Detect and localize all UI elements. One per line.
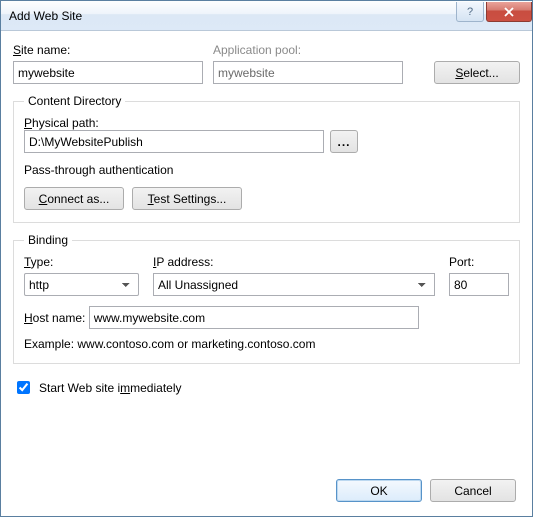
close-icon — [504, 7, 514, 17]
start-immediately-label: Start Web site immediately — [39, 381, 182, 395]
passthrough-label: Pass-through authentication — [24, 163, 509, 177]
ip-address-select[interactable]: All Unassigned — [153, 273, 435, 296]
titlebar: Add Web Site ? — [1, 1, 532, 31]
binding-legend: Binding — [24, 233, 72, 247]
site-name-input[interactable] — [13, 61, 203, 84]
start-immediately-checkbox[interactable] — [17, 381, 30, 394]
host-example-text: Example: www.contoso.com or marketing.co… — [24, 337, 509, 351]
app-pool-input — [213, 61, 403, 84]
host-name-label: Host name: — [24, 311, 85, 325]
titlebar-buttons: ? — [454, 1, 532, 30]
name-pool-row: Site name: Application pool: Select... — [13, 43, 520, 84]
host-name-input[interactable] — [89, 306, 419, 329]
cancel-button[interactable]: Cancel — [430, 479, 516, 502]
browse-path-button[interactable]: ... — [330, 130, 358, 153]
close-button[interactable] — [486, 2, 532, 22]
ip-label: IP address: — [153, 255, 435, 269]
start-immediately-row: Start Web site immediately — [13, 378, 520, 397]
dialog-body: Site name: Application pool: Select... C… — [1, 31, 532, 516]
help-button[interactable]: ? — [456, 2, 484, 22]
ok-button[interactable]: OK — [336, 479, 422, 502]
test-settings-button[interactable]: Test Settings... — [132, 187, 242, 210]
binding-group: Binding Type: http IP address: All Unass… — [13, 233, 520, 364]
port-input[interactable] — [449, 273, 509, 296]
dialog-footer: OK Cancel — [13, 469, 520, 506]
app-pool-label: Application pool: — [213, 43, 403, 57]
window-title: Add Web Site — [9, 9, 454, 23]
content-directory-group: Content Directory Physical path: ... Pas… — [13, 94, 520, 223]
content-directory-legend: Content Directory — [24, 94, 125, 108]
physical-path-input[interactable] — [24, 130, 324, 153]
type-label: Type: — [24, 255, 139, 269]
physical-path-label: Physical path: — [24, 116, 99, 130]
dialog-window: Add Web Site ? Site name: Application po… — [0, 0, 533, 517]
site-name-label: Site name: — [13, 43, 203, 57]
binding-type-select[interactable]: http — [24, 273, 139, 296]
port-label: Port: — [449, 255, 509, 269]
select-app-pool-button[interactable]: Select... — [434, 61, 520, 84]
connect-as-button[interactable]: Connect as... — [24, 187, 124, 210]
